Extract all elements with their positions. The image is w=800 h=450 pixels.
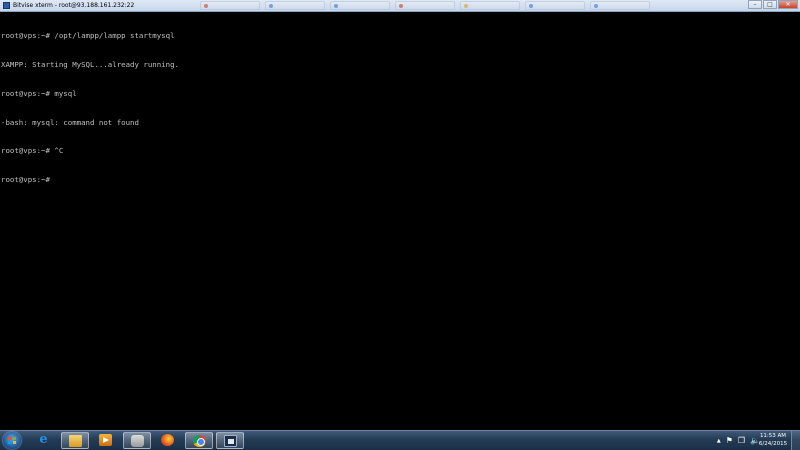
maximize-button[interactable]: □: [763, 0, 777, 9]
clock-date: 6/24/2015: [758, 440, 788, 447]
windows-logo-icon: [8, 437, 16, 444]
taskbar-bitvise[interactable]: [216, 432, 244, 449]
internet-explorer-icon: e: [39, 432, 48, 447]
background-tab: [525, 1, 585, 10]
tab-favicon-icon: [334, 4, 338, 8]
window-title: Bitvise xterm - root@93.188.161.232:22: [13, 2, 135, 9]
chrome-icon: [193, 435, 206, 447]
background-tab: [200, 1, 260, 10]
tab-favicon-icon: [399, 4, 403, 8]
title-bar[interactable]: Bitvise xterm - root@93.188.161.232:22 –…: [0, 0, 800, 12]
tab-favicon-icon: [204, 4, 208, 8]
terminal-line: root@vps:~# ^C: [1, 146, 64, 156]
start-button[interactable]: [3, 432, 21, 449]
background-tab: [590, 1, 650, 10]
bitvise-app-icon[interactable]: [3, 2, 10, 9]
terminal-line: XAMPP: Starting MySQL...already running.: [1, 59, 179, 69]
tab-favicon-icon: [529, 4, 533, 8]
windows-taskbar: e ▲ ⚑ ❐ 🔈 11:53 AM 6/24/2015: [0, 430, 800, 450]
background-tab: [460, 1, 520, 10]
taskbar-chrome[interactable]: [185, 432, 213, 449]
window-controls: – □ ✕: [748, 0, 798, 11]
taskbar-chat-app[interactable]: [123, 432, 151, 449]
network-icon[interactable]: ❐: [738, 435, 745, 447]
background-tab: [395, 1, 455, 10]
terminal-output[interactable]: root@vps:~# /opt/lampp/lampp startmysql …: [0, 12, 790, 430]
tab-favicon-icon: [594, 4, 598, 8]
terminal-line: -bash: mysql: command not found: [1, 117, 139, 127]
chat-app-icon: [131, 435, 144, 447]
system-tray: ▲ ⚑ ❐ 🔈: [717, 435, 760, 447]
taskbar-windows-explorer[interactable]: [61, 432, 89, 449]
taskbar-internet-explorer[interactable]: e: [30, 432, 58, 449]
clock-time: 11:53 AM: [759, 433, 787, 439]
bitvise-terminal-window: Bitvise xterm - root@93.188.161.232:22 –…: [0, 0, 800, 430]
terminal-prompt-line: root@vps:~#: [1, 175, 50, 185]
bitvise-icon: [224, 435, 237, 447]
windows-explorer-icon: [69, 435, 82, 447]
show-hidden-icons-icon[interactable]: ▲: [717, 435, 721, 447]
show-desktop-button[interactable]: [791, 431, 800, 450]
tab-favicon-icon: [269, 4, 273, 8]
minimize-button[interactable]: –: [748, 0, 762, 9]
media-player-icon: [99, 434, 112, 446]
terminal-scrollbar[interactable]: [790, 12, 800, 430]
action-center-flag-icon[interactable]: ⚑: [726, 435, 733, 447]
close-button[interactable]: ✕: [778, 0, 798, 9]
terminal-line: root@vps:~# /opt/lampp/lampp startmysql: [1, 31, 175, 41]
taskbar-media-player[interactable]: [92, 432, 120, 449]
taskbar-firefox[interactable]: [154, 432, 182, 449]
background-tab: [330, 1, 390, 10]
system-clock[interactable]: 11:53 AM 6/24/2015: [756, 433, 790, 448]
tab-favicon-icon: [464, 4, 468, 8]
terminal-line: root@vps:~# mysql: [1, 88, 77, 98]
background-tab: [265, 1, 325, 10]
firefox-icon: [161, 434, 174, 446]
